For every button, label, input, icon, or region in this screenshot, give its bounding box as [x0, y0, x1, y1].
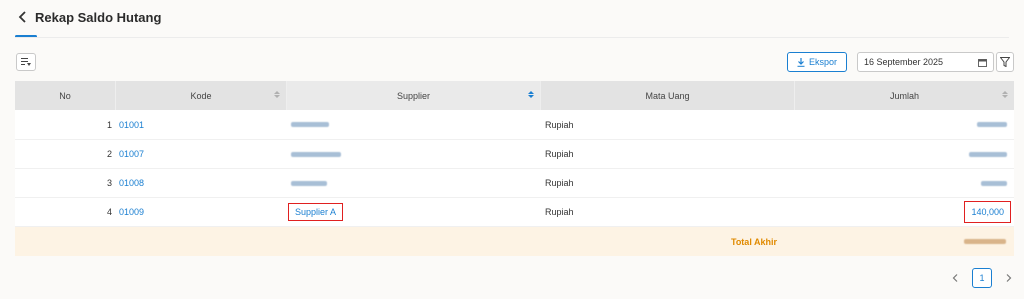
supplier-code-link[interactable]: 01009: [116, 198, 287, 226]
supplier-code-link[interactable]: 01001: [116, 110, 287, 139]
amount-link[interactable]: 140,000: [964, 201, 1011, 223]
supplier-code-link[interactable]: 01007: [116, 140, 287, 168]
table-row: 2 01007 Rupiah: [15, 140, 1014, 169]
chevron-left-icon: [952, 274, 958, 282]
next-page-button[interactable]: [1002, 271, 1016, 285]
supplier-name-redacted[interactable]: [287, 110, 541, 139]
filter-icon: [1000, 57, 1010, 67]
amount-cell: 140,000: [795, 198, 1014, 226]
column-settings-button[interactable]: [16, 53, 36, 71]
column-header-no: No: [15, 81, 116, 110]
supplier-name-link[interactable]: Supplier A: [288, 203, 344, 221]
column-header-mata-uang: Mata Uang: [541, 81, 795, 110]
table-row: 4 01009 Supplier A Rupiah 140,000: [15, 198, 1014, 227]
column-header-jumlah[interactable]: Jumlah: [795, 81, 1014, 110]
header-divider: [15, 37, 1009, 38]
table-row: 1 01001 Rupiah: [15, 110, 1014, 140]
supplier-name-redacted[interactable]: [287, 140, 541, 168]
back-button[interactable]: [15, 9, 31, 25]
date-value: 16 September 2025: [864, 57, 944, 67]
pagination: 1: [948, 268, 1016, 288]
row-number: 1: [106, 119, 112, 130]
column-header-supplier[interactable]: Supplier: [287, 81, 541, 110]
supplier-name-cell: Supplier A: [287, 198, 541, 226]
row-number: 3: [106, 178, 112, 188]
date-picker[interactable]: 16 September 2025: [857, 52, 994, 72]
table-row: 3 01008 Rupiah: [15, 169, 1014, 198]
currency: Rupiah: [545, 119, 574, 130]
calendar-icon: [978, 58, 987, 67]
page-number-button[interactable]: 1: [972, 268, 992, 288]
download-icon: [797, 57, 805, 67]
amount-redacted[interactable]: [795, 140, 1014, 168]
row-number: 4: [106, 207, 112, 217]
supplier-code-link[interactable]: 01008: [116, 169, 287, 197]
total-label: Total Akhir: [730, 236, 777, 247]
prev-page-button[interactable]: [948, 271, 962, 285]
sort-icon: [528, 91, 534, 98]
export-button[interactable]: Ekspor: [787, 52, 847, 72]
row-number: 2: [106, 149, 112, 159]
filter-button[interactable]: [996, 52, 1014, 72]
currency: Rupiah: [545, 207, 574, 217]
export-label: Ekspor: [808, 57, 837, 67]
sort-icon: [1002, 91, 1008, 98]
column-header-kode[interactable]: Kode: [116, 81, 287, 110]
table-header: No Kode Supplier Mata Uang Jumlah: [15, 81, 1014, 110]
debt-balance-table: No Kode Supplier Mata Uang Jumlah 1 0100…: [15, 81, 1014, 256]
currency: Rupiah: [545, 178, 574, 188]
currency: Rupiah: [545, 149, 574, 159]
list-settings-icon: [21, 58, 31, 66]
sort-icon: [274, 91, 280, 98]
chevron-left-icon: [18, 11, 26, 23]
amount-redacted[interactable]: [795, 169, 1014, 197]
total-row: Total Akhir: [15, 227, 1014, 256]
supplier-name-redacted[interactable]: [287, 169, 541, 197]
chevron-right-icon: [1006, 274, 1012, 282]
page-title: Rekap Saldo Hutang: [35, 10, 162, 25]
total-amount-redacted: [795, 227, 1014, 256]
amount-redacted[interactable]: [795, 110, 1014, 139]
page-header: Rekap Saldo Hutang: [0, 0, 1024, 38]
